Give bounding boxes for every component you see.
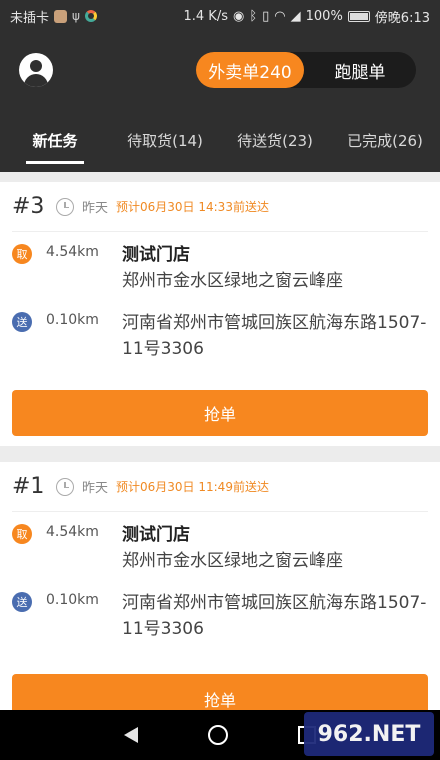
dropoff-address: 河南省郑州市管城回族区航海东路1507-11号3306: [122, 593, 427, 639]
pickup-row: 取 4.54km 测试门店 郑州市金水区绿地之窗云峰座: [12, 242, 428, 304]
status-left: 未插卡 ψ: [10, 7, 97, 26]
pickup-address: 郑州市金水区绿地之窗云峰座: [122, 271, 343, 291]
pickup-badge: 取: [12, 524, 32, 544]
app-notification-icon: [54, 9, 68, 23]
user-avatar-icon[interactable]: [19, 53, 53, 87]
vibrate-icon: ▯: [262, 8, 270, 24]
segment-takeout[interactable]: 外卖单240: [196, 52, 304, 88]
tab-to-deliver[interactable]: 待送货(23): [220, 108, 330, 172]
clock-icon: [56, 477, 74, 496]
clock-icon: [56, 197, 74, 216]
order-date: 昨天: [82, 481, 109, 496]
avatar-body: [24, 74, 48, 87]
order-list[interactable]: #3 昨天 预计06月30日 14:33前送达 取 4.54km 测试门店 郑州…: [0, 172, 440, 710]
battery-icon: [347, 10, 370, 22]
grab-order-button[interactable]: 抢单: [12, 390, 428, 436]
order-header: #1 昨天 预计06月30日 11:49前送达: [12, 462, 428, 512]
order-eta: 预计06月30日 14:33前送达: [116, 200, 269, 214]
store-name: 测试门店: [122, 525, 190, 545]
store-name: 测试门店: [122, 245, 190, 265]
back-icon[interactable]: [124, 727, 138, 743]
pickup-row: 取 4.54km 测试门店 郑州市金水区绿地之窗云峰座: [12, 522, 428, 584]
avatar-head: [30, 60, 42, 72]
grab-order-button[interactable]: 抢单: [12, 674, 428, 710]
site-watermark: 962.NET: [304, 712, 434, 756]
pickup-badge: 取: [12, 244, 32, 264]
battery-percent: 100%: [305, 8, 343, 24]
pickup-distance: 4.54km: [46, 524, 99, 540]
tab-completed[interactable]: 已完成(26): [330, 108, 440, 172]
bluetooth-icon: ᛒ: [249, 8, 258, 24]
pickup-address: 郑州市金水区绿地之窗云峰座: [122, 551, 343, 571]
tab-new-tasks[interactable]: 新任务: [0, 108, 110, 172]
dropoff-badge: 送: [12, 312, 32, 332]
net-speed-text: 1.4 K/s: [183, 8, 228, 24]
order-number: #3: [12, 194, 45, 219]
wifi-icon: ◠: [274, 8, 286, 24]
dropoff-distance: 0.10km: [46, 592, 99, 608]
dropoff-address: 河南省郑州市管城回族区航海东路1507-11号3306: [122, 313, 427, 359]
tab-to-pickup[interactable]: 待取货(14): [110, 108, 220, 172]
dropoff-distance: 0.10km: [46, 312, 99, 328]
status-right: 1.4 K/s ◉ ᛒ ▯ ◠ ◢ 100% 傍晚6:13: [183, 7, 430, 26]
order-card: #1 昨天 预计06月30日 11:49前送达 取 4.54km 测试门店 郑州…: [0, 462, 440, 710]
order-date: 昨天: [82, 201, 109, 216]
dropoff-row: 送 0.10km 河南省郑州市管城回族区航海东路1507-11号3306: [12, 310, 428, 382]
home-icon[interactable]: [208, 725, 228, 745]
clock-time: 傍晚6:13: [374, 10, 430, 26]
app-header: 外卖单240 跑腿单: [0, 32, 440, 108]
pickup-distance: 4.54km: [46, 244, 99, 260]
signal-icon: ◢: [290, 8, 301, 24]
order-type-switch: 外卖单240 跑腿单: [196, 52, 416, 88]
dropoff-badge: 送: [12, 592, 32, 612]
segment-errand[interactable]: 跑腿单: [304, 52, 416, 88]
order-number: #1: [12, 474, 45, 499]
dropoff-row: 送 0.10km 河南省郑州市管城回族区航海东路1507-11号3306: [12, 590, 428, 662]
order-eta: 预计06月30日 11:49前送达: [116, 480, 269, 494]
carrier-text: 未插卡: [10, 10, 50, 26]
task-tabs: 新任务 待取货(14) 待送货(23) 已完成(26): [0, 108, 440, 172]
order-header: #3 昨天 预计06月30日 14:33前送达: [12, 182, 428, 232]
usb-icon: ψ: [72, 9, 80, 23]
pickup-info: 测试门店 郑州市金水区绿地之窗云峰座: [122, 522, 428, 574]
pickup-info: 测试门店 郑州市金水区绿地之窗云峰座: [122, 242, 428, 294]
sync-icon: [84, 10, 97, 22]
location-icon: ◉: [232, 8, 245, 24]
order-card: #3 昨天 预计06月30日 14:33前送达 取 4.54km 测试门店 郑州…: [0, 182, 440, 446]
status-bar: 未插卡 ψ 1.4 K/s ◉ ᛒ ▯ ◠ ◢ 100% 傍晚6:13: [0, 0, 440, 32]
